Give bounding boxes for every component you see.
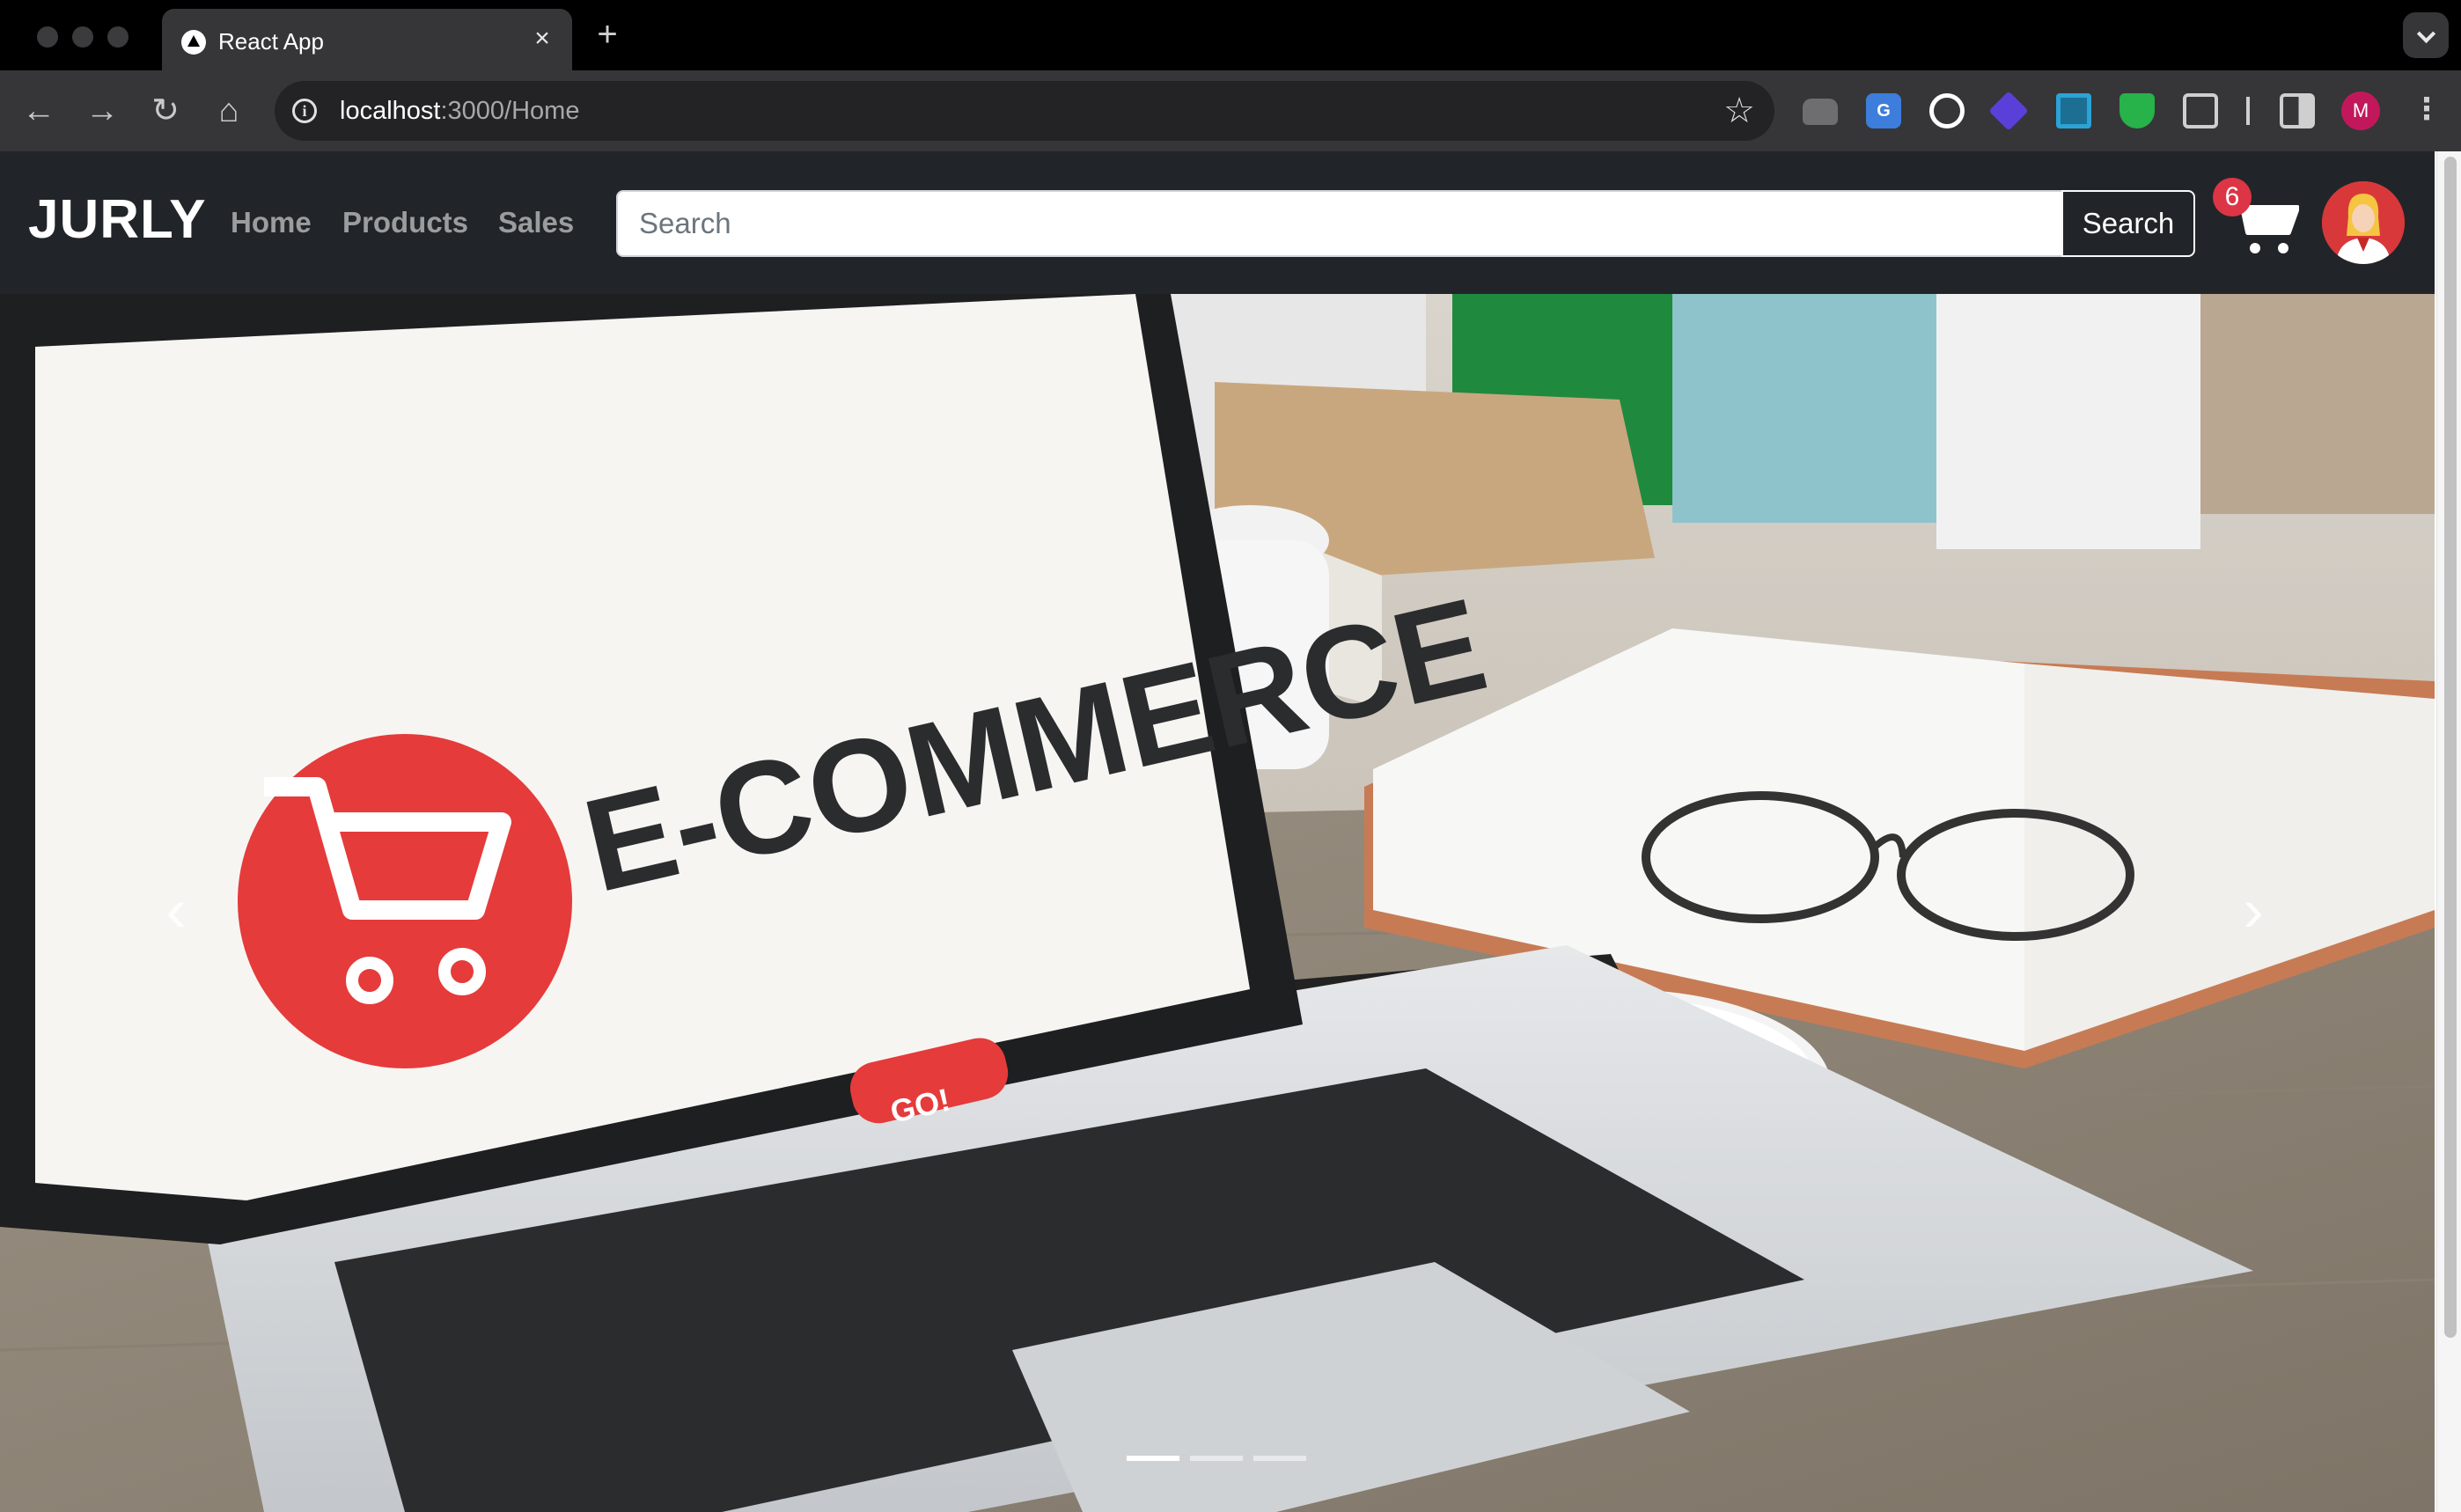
robot-extension-icon[interactable] xyxy=(1803,99,1838,125)
browser-tab-bar: React App × + xyxy=(0,0,2461,70)
nav-link-home[interactable]: Home xyxy=(231,206,312,239)
carousel-prev-icon[interactable]: ‹ xyxy=(141,875,211,945)
carousel-indicators xyxy=(1127,1456,1306,1461)
bookmark-star-icon[interactable]: ☆ xyxy=(1723,90,1755,132)
carousel-next-icon[interactable]: › xyxy=(2218,875,2288,945)
search-form: Search xyxy=(616,190,2195,257)
hero-carousel: E-COMMERCE GO! ‹ › xyxy=(0,294,2435,1512)
user-avatar-illustration-icon xyxy=(2322,181,2405,264)
hero-slide-image: E-COMMERCE GO! xyxy=(0,294,2435,1512)
user-avatar[interactable] xyxy=(2322,181,2405,264)
browser-tab-active[interactable]: React App × xyxy=(162,9,572,70)
extensions-puzzle-icon[interactable] xyxy=(2183,93,2218,128)
carousel-indicator-3[interactable] xyxy=(1253,1456,1306,1461)
back-arrow-icon[interactable]: ← xyxy=(18,90,60,132)
browser-menu-icon[interactable]: ⋮ xyxy=(2412,92,2442,130)
address-bar-url[interactable]: localhost:3000/Home xyxy=(340,97,579,126)
carousel-indicator-1[interactable] xyxy=(1127,1456,1179,1461)
reload-icon[interactable]: ↻ xyxy=(144,90,187,132)
forward-arrow-icon[interactable]: → xyxy=(81,90,123,132)
site-info-icon[interactable]: i xyxy=(292,99,317,123)
tab-title: React App xyxy=(218,28,324,55)
profile-avatar[interactable]: M xyxy=(2341,92,2380,130)
scrollbar-thumb[interactable] xyxy=(2444,157,2457,1338)
tab-search-chevron-icon[interactable] xyxy=(2403,12,2449,58)
page-scrollbar[interactable] xyxy=(2436,151,2461,1512)
address-bar[interactable]: i localhost:3000/Home ☆ xyxy=(275,81,1774,141)
browser-toolbar: ← → ↻ ⌂ i localhost:3000/Home ☆ G M ⋮ xyxy=(0,70,2461,151)
cart-count-badge: 6 xyxy=(2213,178,2252,217)
window-zoom-dot[interactable] xyxy=(107,26,129,48)
web-page: JURLY Home Products Sales Search 6 xyxy=(0,151,2461,1512)
new-tab-icon[interactable]: + xyxy=(590,17,625,53)
screenshot-extension-icon[interactable] xyxy=(2056,93,2091,128)
site-navbar: JURLY Home Products Sales Search 6 xyxy=(0,151,2435,294)
window-close-dot[interactable] xyxy=(37,26,58,48)
react-favicon-icon xyxy=(181,30,206,55)
gauge-extension-icon[interactable] xyxy=(1929,93,1965,128)
search-input[interactable] xyxy=(616,190,2063,257)
nav-link-sales[interactable]: Sales xyxy=(498,206,574,239)
diamond-extension-icon[interactable] xyxy=(1988,91,2029,131)
toolbar-divider xyxy=(2246,97,2250,125)
search-button[interactable]: Search xyxy=(2061,190,2195,257)
carousel-indicator-2[interactable] xyxy=(1190,1456,1243,1461)
brand-logo[interactable]: JURLY xyxy=(28,188,207,251)
side-panel-icon[interactable] xyxy=(2280,93,2315,128)
home-icon[interactable]: ⌂ xyxy=(208,90,250,132)
tab-close-icon[interactable]: × xyxy=(526,23,558,55)
window-minimize-dot[interactable] xyxy=(72,26,93,48)
translate-extension-icon[interactable]: G xyxy=(1866,93,1901,128)
nav-link-products[interactable]: Products xyxy=(342,206,468,239)
shield-extension-icon[interactable] xyxy=(2119,93,2155,128)
